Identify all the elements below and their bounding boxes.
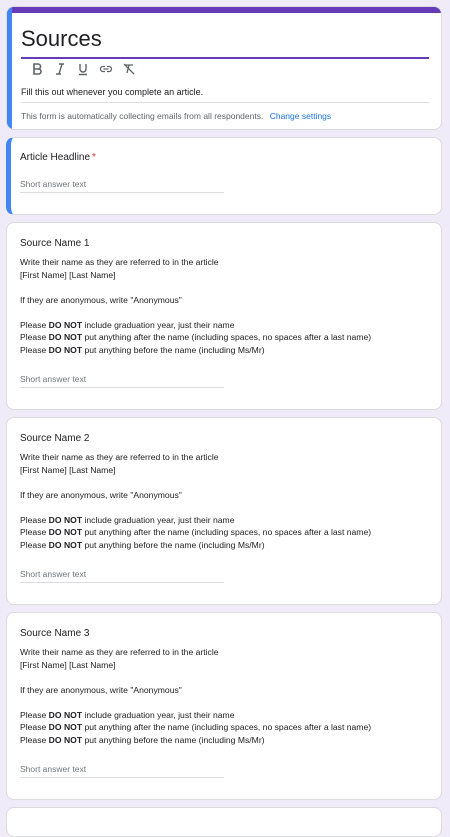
help-line: Write their name as they are referred to… [20,647,219,657]
question-title: Source Name 3 [20,628,90,639]
short-answer-field[interactable]: Short answer text [20,764,224,778]
help-line: [First Name] [Last Name] [20,659,116,670]
help-rule: Please DO NOT include graduation year, j… [20,319,235,330]
help-rule: Please DO NOT put anything before the na… [20,734,265,745]
question-title: Source Name 2 [20,433,90,444]
help-line: If they are anonymous, write "Anonymous" [20,489,182,500]
active-indicator [7,7,12,129]
help-line: If they are anonymous, write "Anonymous" [20,294,182,305]
help-rule: Please DO NOT put anything before the na… [20,344,265,355]
form-title[interactable]: Sources [21,25,429,59]
clear-format-icon[interactable] [117,59,140,79]
question-title: Article Headline * [20,152,96,163]
email-collection-note: This form is automatically collecting em… [21,111,331,121]
bold-icon[interactable] [25,59,48,79]
help-rule: Please DO NOT include graduation year, j… [20,514,235,525]
help-line: [First Name] [Last Name] [20,464,116,475]
help-line: If they are anonymous, write "Anonymous" [20,684,182,695]
email-note-text: This form is automatically collecting em… [21,111,264,121]
help-rule: Please DO NOT put anything before the na… [20,539,265,550]
help-rule: Please DO NOT include graduation year, j… [20,709,235,720]
question-title-text: Article Headline [20,152,91,163]
help-rule: Please DO NOT put anything after the nam… [20,722,372,732]
question-card-source-2[interactable]: Source Name 2 Write their name as they a… [6,417,442,605]
help-line: [First Name] [Last Name] [20,269,116,280]
question-help-text: Write their name as they are referred to… [20,646,431,746]
short-answer-field[interactable]: Short answer text [20,374,224,388]
link-icon[interactable] [94,59,117,79]
underline-icon[interactable] [71,59,94,79]
short-answer-field[interactable]: Short answer text [20,179,224,193]
help-rule: Please DO NOT put anything after the nam… [20,527,372,537]
question-card-headline[interactable]: Article Headline * Short answer text [6,137,442,215]
format-toolbar [25,59,140,79]
question-card-next[interactable] [6,807,442,837]
form-header-card[interactable]: Sources Fill this out whenever you compl… [6,6,442,130]
help-line: Write their name as they are referred to… [20,257,219,267]
help-line: Write their name as they are referred to… [20,452,219,462]
question-help-text: Write their name as they are referred to… [20,256,431,356]
question-title: Source Name 1 [20,238,90,249]
question-card-source-1[interactable]: Source Name 1 Write their name as they a… [6,222,442,410]
question-card-source-3[interactable]: Source Name 3 Write their name as they a… [6,612,442,800]
header-accent-bar [7,7,441,13]
question-help-text: Write their name as they are referred to… [20,451,431,551]
required-asterisk: * [92,152,96,163]
help-rule: Please DO NOT put anything after the nam… [20,332,372,342]
change-settings-link[interactable]: Change settings [270,111,331,121]
italic-icon[interactable] [48,59,71,79]
form-description[interactable]: Fill this out whenever you complete an a… [21,87,429,103]
short-answer-field[interactable]: Short answer text [20,569,224,583]
